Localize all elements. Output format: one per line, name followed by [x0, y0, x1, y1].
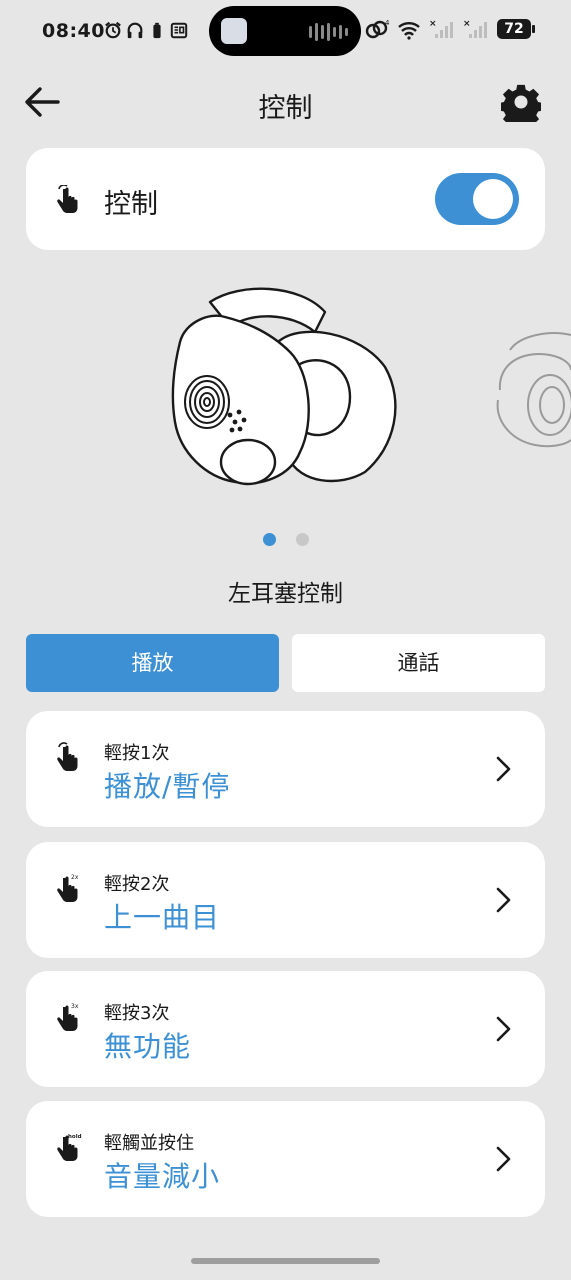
- home-indicator[interactable]: [191, 1258, 380, 1264]
- headphones-icon: [127, 22, 143, 39]
- tap-hand-icon: [57, 185, 78, 213]
- control-label: 控制: [104, 189, 158, 220]
- wifi-icon: [398, 22, 420, 40]
- gear-icon[interactable]: [501, 82, 541, 122]
- action-card-double-tap[interactable]: 2x 輕按2次 上一曲目: [26, 842, 545, 958]
- toggle-knob: [473, 179, 513, 219]
- audio-waveform-icon: [309, 23, 348, 41]
- carousel-dot-2[interactable]: [295, 533, 309, 546]
- chevron-right-icon: [496, 756, 511, 782]
- svg-text:4: 4: [385, 19, 390, 27]
- triple-tap-hand-icon: 3x: [57, 1003, 79, 1031]
- news-icon: [170, 22, 188, 39]
- tap-hand-icon: [57, 742, 78, 771]
- signal-sim1-icon: ×: [429, 19, 453, 38]
- alarm-icon: [105, 21, 121, 39]
- chevron-right-icon: [496, 1146, 511, 1172]
- action-value: 上一曲目: [104, 901, 221, 934]
- control-toggle[interactable]: [435, 173, 519, 225]
- section-title: 左耳塞控制: [228, 581, 343, 607]
- hotspot-link-icon: 4: [365, 19, 390, 39]
- dynamic-island[interactable]: [209, 6, 361, 56]
- media-thumbnail: [221, 18, 247, 44]
- double-tap-hand-icon: 2x: [57, 874, 79, 902]
- svg-text:×: ×: [463, 19, 471, 29]
- status-left-icons: [104, 20, 188, 40]
- control-toggle-card: 控制: [26, 148, 545, 250]
- svg-text:×: ×: [429, 19, 437, 29]
- hold-badge: hold: [68, 1134, 82, 1140]
- chevron-right-icon: [496, 1016, 511, 1042]
- action-card-single-tap[interactable]: 輕按1次 播放/暫停: [26, 711, 545, 827]
- page-title: 控制: [258, 93, 313, 124]
- right-earbud-illustration-peek: [496, 332, 571, 448]
- tap-count-badge: 3x: [71, 1003, 79, 1010]
- status-right-icons: 4 × × 72: [365, 18, 535, 40]
- action-gesture-label: 輕按2次: [104, 874, 170, 895]
- action-gesture-label: 輕按3次: [104, 1003, 170, 1024]
- action-value: 播放/暫停: [104, 770, 231, 803]
- action-value: 音量減小: [104, 1160, 221, 1193]
- header: 控制: [0, 72, 571, 132]
- status-bar: 08:40 4 × × 72: [0, 0, 571, 62]
- carousel-dot-1[interactable]: [262, 533, 276, 546]
- earbud-battery-icon: [153, 22, 161, 39]
- carousel-pagination: [0, 533, 571, 546]
- chevron-right-icon: [496, 887, 511, 913]
- left-earbud-illustration: [171, 287, 397, 486]
- tab-call[interactable]: 通話: [292, 634, 545, 692]
- battery-indicator: 72: [497, 19, 535, 39]
- action-card-triple-tap[interactable]: 3x 輕按3次 無功能: [26, 971, 545, 1087]
- hold-hand-icon: hold: [57, 1134, 82, 1161]
- battery-level: 72: [504, 21, 524, 37]
- status-time: 08:40: [42, 20, 105, 42]
- action-value: 無功能: [104, 1030, 192, 1063]
- tap-count-badge: 2x: [71, 874, 79, 881]
- action-card-touch-hold[interactable]: hold 輕觸並按住 音量減小: [26, 1101, 545, 1217]
- action-gesture-label: 輕觸並按住: [104, 1133, 194, 1154]
- action-gesture-label: 輕按1次: [104, 743, 170, 764]
- signal-sim2-icon: ×: [463, 19, 487, 38]
- tab-play[interactable]: 播放: [26, 634, 279, 692]
